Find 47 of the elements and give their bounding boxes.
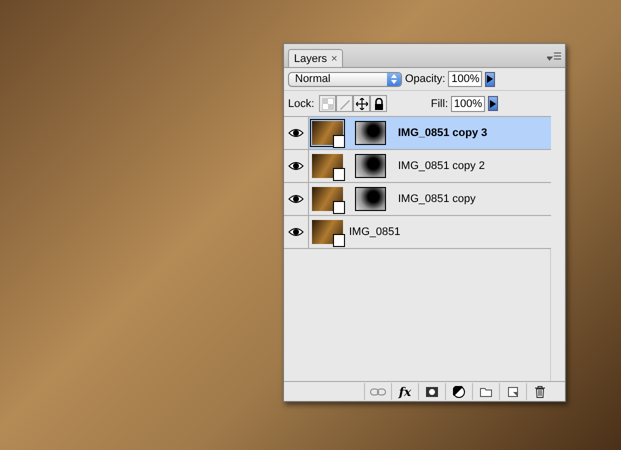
mask-icon (426, 386, 438, 396)
layer-style-button[interactable]: fx (391, 383, 418, 400)
layer-thumbnail (312, 121, 343, 145)
mask-thumbnail (355, 121, 386, 145)
page-icon (508, 386, 518, 396)
folder-icon (480, 386, 492, 396)
layer-name: IMG_0851 copy 2 (398, 160, 485, 172)
layer-row[interactable]: IMG_0851 copy (309, 183, 551, 215)
lock-position-button[interactable] (353, 95, 370, 112)
eye-icon[interactable] (288, 127, 304, 139)
padlock-icon (372, 98, 385, 110)
layer-thumbnail (312, 220, 343, 244)
triangle-icon (490, 100, 496, 108)
layer-row[interactable]: IMG_0851 (309, 216, 551, 248)
layer-thumbnail (312, 154, 343, 178)
trash-icon (535, 386, 545, 398)
mask-thumbnail (355, 187, 386, 211)
panel-menu-icon[interactable] (547, 51, 561, 61)
layer-row[interactable]: IMG_0851 copy 3 (309, 117, 551, 149)
tab-close-button[interactable]: × (331, 53, 338, 65)
lock-label: Lock: (288, 98, 314, 110)
chain-link-icon (370, 388, 386, 396)
fill-field[interactable]: 100% (451, 96, 485, 112)
eye-icon[interactable] (288, 226, 304, 238)
fill-slider-button[interactable] (488, 96, 498, 111)
half-circle-icon (453, 386, 465, 398)
fill-label: Fill: (430, 98, 448, 110)
eye-icon[interactable] (288, 160, 304, 172)
opacity-slider-button[interactable] (485, 72, 496, 86)
lock-transparency-button[interactable] (319, 95, 336, 112)
panel-tab[interactable]: Layers × (288, 49, 344, 67)
eye-icon[interactable] (288, 193, 304, 205)
triangle-icon (487, 75, 494, 83)
mask-thumbnail (355, 154, 386, 178)
layer-name: IMG_0851 copy (398, 193, 476, 205)
layer-name: IMG_0851 copy 3 (398, 127, 488, 139)
stepper-icon (390, 73, 398, 85)
layer-thumbnail (312, 187, 343, 211)
layer-name: IMG_0851 (349, 226, 400, 238)
checkerboard-icon (322, 98, 334, 110)
lock-all-button[interactable] (370, 95, 388, 112)
move-arrows-icon (356, 98, 368, 110)
opacity-field[interactable]: 100% (448, 71, 482, 87)
blend-mode-dropdown[interactable]: Normal (288, 72, 402, 86)
brush-icon (338, 98, 351, 110)
layer-row[interactable]: IMG_0851 copy 2 (309, 150, 551, 182)
opacity-label: Opacity: (405, 73, 446, 85)
